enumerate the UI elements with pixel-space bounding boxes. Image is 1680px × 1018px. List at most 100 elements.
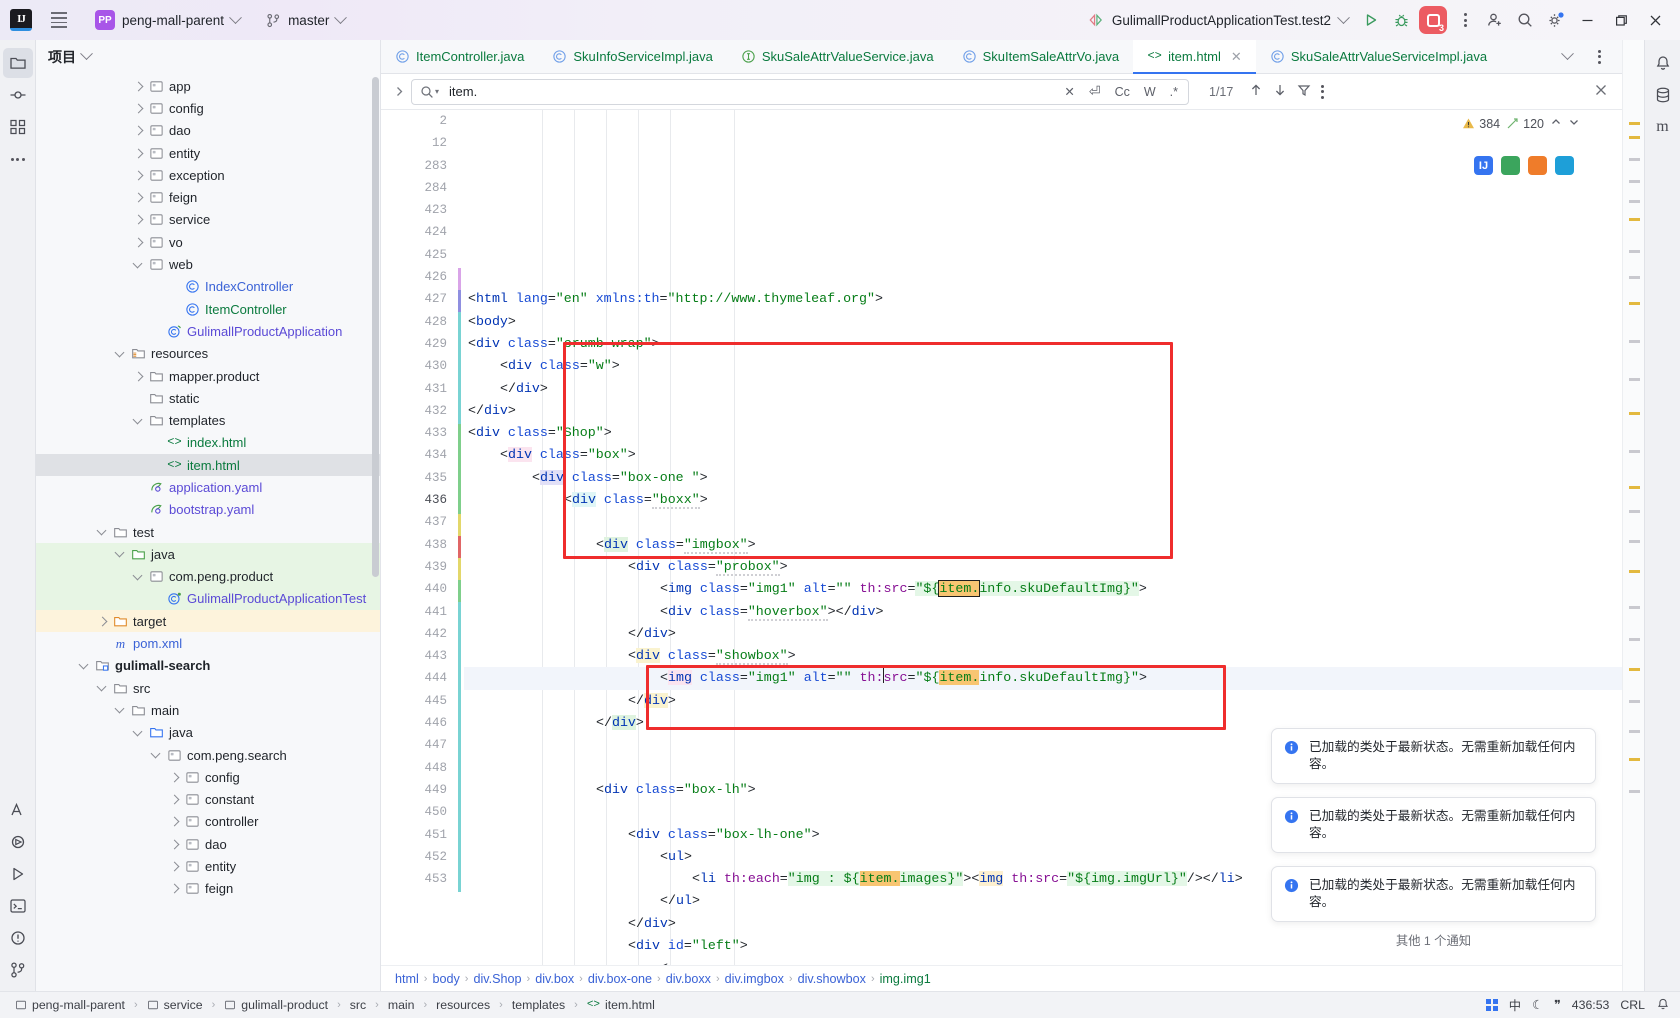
sidebar-item-problems[interactable] [3,923,33,953]
project-tree[interactable]: app config dao entity exception feign service v… [36,73,380,991]
warning-count-chip[interactable]: 384 [1462,117,1500,131]
editor-tab[interactable]: SkuSaleAttrValueServiceImpl.java [1256,40,1501,73]
code-line[interactable]: </div> [464,623,1622,645]
chevron-right-icon[interactable] [132,125,144,137]
line-number-gutter[interactable]: 2 12 283 284 423 424 425 426 427 428 429 430 431 432 4… [381,110,456,965]
search-dropdown-icon[interactable]: ▾ [420,85,439,99]
chevron-right-icon[interactable] [96,615,108,627]
sidebar-item-database[interactable] [1648,80,1678,110]
code-line[interactable]: <img class="img1" alt="" th:src="${item.… [464,667,1622,690]
maximize-window-button[interactable] [1604,5,1638,35]
tree-node[interactable]: entity [36,142,380,164]
close-tab-button[interactable]: ✕ [1231,49,1242,65]
code-with-me-button[interactable] [1480,5,1510,35]
chevron-right-icon[interactable] [168,861,180,873]
editor-tab[interactable]: SkuItemSaleAttrVo.java [948,40,1134,73]
moon-icon[interactable]: ☾ [1532,998,1543,1012]
chevron-right-icon[interactable] [132,192,144,204]
sidebar-item-structure[interactable] [3,112,33,142]
tree-node[interactable]: dao [36,120,380,142]
chevron-right-icon[interactable] [168,794,180,806]
notification-balloon[interactable]: 已加载的类处于最新状态。无需重新加载任何内容。 [1271,797,1596,853]
debug-button[interactable] [1386,5,1416,35]
code-line[interactable]: <div class="hoverbox"></div> [464,601,1622,623]
editor-tab[interactable]: <> item.html ✕ [1133,40,1256,74]
tab-list-button[interactable] [1552,42,1582,72]
weak-warning-count-chip[interactable]: 120 [1506,117,1544,131]
tree-node[interactable]: feign [36,878,380,900]
sidebar-item-notifications[interactable] [1648,48,1678,78]
chrome-browser-icon[interactable] [1501,156,1520,175]
tree-node[interactable]: ItemController [36,298,380,320]
branch-selector[interactable]: master [259,9,352,32]
status-crumb[interactable]: resources [431,996,495,1014]
breadcrumb-item[interactable]: div.box [535,972,574,986]
expand-find-button[interactable] [387,86,411,97]
chevron-down-icon[interactable] [80,47,93,61]
tree-node[interactable]: <> index.html [36,432,380,454]
tree-node[interactable]: app [36,75,380,97]
code-line[interactable]: <div class="showbox"> [464,645,1622,667]
code-line[interactable] [464,511,1622,533]
chevron-down-icon[interactable] [96,526,108,538]
line-separator[interactable]: CRL [1620,998,1645,1012]
breadcrumb-item[interactable]: div.boxx [666,972,711,986]
tree-node[interactable]: static [36,387,380,409]
close-search-button[interactable] [1594,83,1608,100]
ime-language-indicator[interactable]: 中 [1509,996,1521,1014]
tree-node[interactable]: test [36,521,380,543]
breadcrumb-item[interactable]: div.Shop [473,972,521,986]
tree-node[interactable]: GulimallProductApplication [36,320,380,342]
tree-node[interactable]: mapper.product [36,365,380,387]
status-crumb[interactable]: peng-mall-parent [10,996,130,1014]
tree-node[interactable]: target [36,610,380,633]
intellij-preview-icon[interactable]: IJ [1474,156,1493,175]
next-problem-button[interactable] [1568,116,1580,131]
tree-node[interactable]: service [36,209,380,231]
project-selector[interactable]: PP peng-mall-parent [88,6,247,34]
breadcrumb-item[interactable]: body [432,972,459,986]
tree-node[interactable]: exception [36,164,380,186]
find-field-wrapper[interactable]: ▾ ✕ ⏎ Cc W .* [411,78,1189,105]
sidebar-item-services[interactable] [3,827,33,857]
code-line[interactable]: <div class="box"> [464,444,1622,466]
code-line[interactable]: <div class="boxx"> [464,489,1622,511]
more-notifications-link[interactable]: 其他 1 个通知 [1271,931,1596,949]
next-match-button[interactable] [1273,83,1287,100]
sidebar-item-git[interactable] [3,955,33,985]
tree-node[interactable]: gulimall-search [36,655,380,677]
tree-node[interactable]: entity [36,855,380,877]
code-editor[interactable]: 2 12 283 284 423 424 425 426 427 428 429 430 431 432 4… [381,110,1622,965]
tree-node[interactable]: m pom.xml [36,632,380,654]
tree-node[interactable]: resources [36,343,380,365]
close-window-button[interactable] [1638,5,1672,35]
sidebar-item-run[interactable] [3,859,33,889]
code-line[interactable]: <body> [464,311,1622,333]
chevron-right-icon[interactable] [132,214,144,226]
search-options-button[interactable] [1321,84,1325,99]
editor-tab[interactable]: ItemController.java [381,40,538,73]
tree-node[interactable]: bootstrap.yaml [36,499,380,521]
grid-icon[interactable] [1485,999,1498,1011]
breadcrumb-item[interactable]: div.showbox [798,972,866,986]
caret-position[interactable]: 436:53 [1572,998,1610,1012]
tree-node[interactable]: IndexController [36,276,380,298]
code-line[interactable]: <div class="w"> [464,355,1622,377]
tree-node[interactable]: src [36,677,380,699]
sidebar-item-commit[interactable] [3,80,33,110]
sidebar-item-terminal[interactable] [3,891,33,921]
notification-balloon[interactable]: 已加载的类处于最新状态。无需重新加载任何内容。 [1271,728,1596,784]
breadcrumb-item[interactable]: img.img1 [880,972,931,986]
chevron-right-icon[interactable] [132,169,144,181]
notification-bell-icon[interactable] [1656,997,1670,1014]
match-case-toggle[interactable]: Cc [1113,85,1132,99]
tree-node[interactable]: web [36,253,380,275]
code-line[interactable]: <html lang="en" xmlns:th="http://www.thy… [464,288,1622,310]
clear-search-button[interactable]: ✕ [1062,84,1076,99]
chevron-right-icon[interactable] [132,102,144,114]
status-crumb[interactable]: service [142,996,208,1014]
chevron-right-icon[interactable] [168,883,180,895]
regex-toggle[interactable]: .* [1168,85,1180,99]
chevron-down-icon[interactable] [132,415,144,427]
chevron-right-icon[interactable] [168,816,180,828]
